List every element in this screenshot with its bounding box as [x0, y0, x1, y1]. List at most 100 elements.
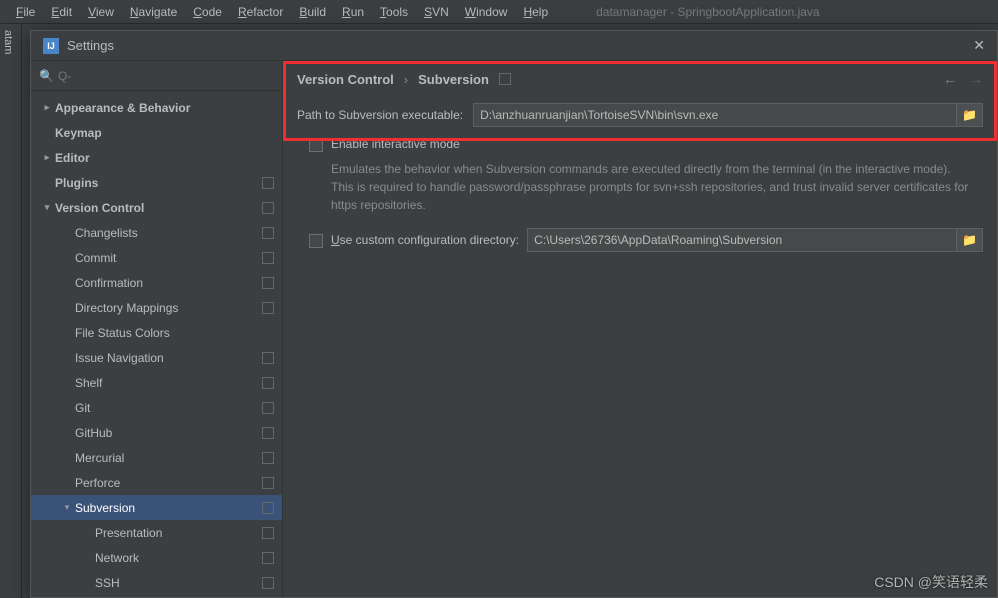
leftbar-tab[interactable]: atam [0, 24, 16, 60]
project-badge-icon [262, 277, 274, 289]
breadcrumb-part1[interactable]: Version Control [297, 72, 394, 87]
sidebar-item-network[interactable]: Network [31, 545, 282, 570]
sidebar-item-presentation[interactable]: Presentation [31, 520, 282, 545]
sidebar-item-label: File Status Colors [75, 326, 274, 340]
menu-file[interactable]: File [8, 3, 43, 21]
menu-help[interactable]: Help [515, 3, 556, 21]
settings-dialog: IJ Settings ✕ 🔍 ▸Appearance & BehaviorKe… [30, 30, 998, 598]
sidebar-item-label: Perforce [75, 476, 262, 490]
chevron-right-icon: › [404, 72, 408, 87]
browse-path-button[interactable]: 📁 [957, 103, 983, 127]
sidebar-item-label: GitHub [75, 426, 262, 440]
settings-content: Version Control › Subversion ← → Path to… [283, 61, 997, 597]
sidebar-item-issue-navigation[interactable]: Issue Navigation [31, 345, 282, 370]
project-badge-icon [262, 502, 274, 514]
search-icon: 🔍 [39, 69, 54, 83]
menu-navigate[interactable]: Navigate [122, 3, 185, 21]
sidebar-item-label: Commit [75, 251, 262, 265]
interactive-label[interactable]: Enable interactive mode [331, 137, 460, 151]
sidebar-item-label: Confirmation [75, 276, 262, 290]
menu-run[interactable]: Run [334, 3, 372, 21]
menu-tools[interactable]: Tools [372, 3, 416, 21]
sidebar-item-subversion[interactable]: ▾Subversion [31, 495, 282, 520]
sidebar-item-label: Git [75, 401, 262, 415]
sidebar-item-label: Appearance & Behavior [55, 101, 274, 115]
back-icon[interactable]: ← [943, 71, 957, 87]
watermark: CSDN @笑语轻柔 [874, 572, 988, 592]
chevron-down-icon: ▾ [59, 502, 75, 513]
sidebar-item-editor[interactable]: ▸Editor [31, 145, 282, 170]
sidebar-item-keymap[interactable]: Keymap [31, 120, 282, 145]
project-badge-icon [499, 73, 511, 85]
folder-icon: 📁 [962, 233, 977, 247]
sidebar-item-label: Subversion [75, 501, 262, 515]
intellij-icon: IJ [43, 38, 59, 54]
sidebar-item-file-status-colors[interactable]: File Status Colors [31, 320, 282, 345]
browse-config-button[interactable]: 📁 [957, 228, 983, 252]
sidebar-item-plugins[interactable]: Plugins [31, 170, 282, 195]
sidebar-item-label: Plugins [55, 176, 262, 190]
forward-icon[interactable]: → [969, 71, 983, 87]
project-badge-icon [262, 352, 274, 364]
sidebar-item-changelists[interactable]: Changelists [31, 220, 282, 245]
sidebar-item-ssh[interactable]: SSH [31, 570, 282, 595]
menu-code[interactable]: Code [185, 3, 230, 21]
project-badge-icon [262, 527, 274, 539]
sidebar-item-shelf[interactable]: Shelf [31, 370, 282, 395]
sidebar-item-label: Keymap [55, 126, 274, 140]
project-badge-icon [262, 202, 274, 214]
sidebar-item-directory-mappings[interactable]: Directory Mappings [31, 295, 282, 320]
chevron-right-icon: ▸ [39, 102, 55, 113]
dialog-header: IJ Settings ✕ [31, 31, 997, 61]
menu-refactor[interactable]: Refactor [230, 3, 291, 21]
sidebar-item-label: Shelf [75, 376, 262, 390]
sidebar-item-mercurial[interactable]: Mercurial [31, 445, 282, 470]
sidebar-item-label: Mercurial [75, 451, 262, 465]
dialog-body: 🔍 ▸Appearance & BehaviorKeymap▸EditorPlu… [31, 61, 997, 597]
sidebar-item-appearance-behavior[interactable]: ▸Appearance & Behavior [31, 95, 282, 120]
sidebar-item-label: Editor [55, 151, 274, 165]
menu-svn[interactable]: SVN [416, 3, 457, 21]
interactive-checkbox[interactable] [309, 138, 323, 152]
chevron-right-icon: ▸ [39, 152, 55, 163]
search-input[interactable] [58, 69, 274, 83]
path-input[interactable] [473, 103, 957, 127]
breadcrumb-row: Version Control › Subversion ← → [283, 61, 997, 97]
project-badge-icon [262, 552, 274, 564]
project-badge-icon [262, 227, 274, 239]
sidebar-item-github[interactable]: GitHub [31, 420, 282, 445]
project-badge-icon [262, 177, 274, 189]
menu-view[interactable]: View [80, 3, 122, 21]
sidebar-item-git[interactable]: Git [31, 395, 282, 420]
window-title: datamanager - SpringbootApplication.java [596, 5, 819, 19]
sidebar-item-version-control[interactable]: ▾Version Control [31, 195, 282, 220]
settings-sidebar: 🔍 ▸Appearance & BehaviorKeymap▸EditorPlu… [31, 61, 283, 597]
project-badge-icon [262, 377, 274, 389]
sidebar-item-confirmation[interactable]: Confirmation [31, 270, 282, 295]
menu-edit[interactable]: Edit [43, 3, 80, 21]
interactive-row: Enable interactive mode [297, 137, 983, 152]
left-toolbar: atam [0, 24, 22, 598]
breadcrumb: Version Control › Subversion [297, 72, 511, 87]
sidebar-item-label: Issue Navigation [75, 351, 262, 365]
project-badge-icon [262, 477, 274, 489]
dialog-title: Settings [67, 38, 973, 53]
search-row: 🔍 [31, 61, 282, 91]
close-icon[interactable]: ✕ [973, 37, 985, 54]
nav-arrows: ← → [943, 71, 983, 87]
breadcrumb-part2: Subversion [418, 72, 489, 87]
path-row: Path to Subversion executable: 📁 [297, 103, 983, 127]
config-input[interactable] [527, 228, 957, 252]
project-badge-icon [262, 402, 274, 414]
sidebar-item-perforce[interactable]: Perforce [31, 470, 282, 495]
sidebar-item-commit[interactable]: Commit [31, 245, 282, 270]
menu-build[interactable]: Build [291, 3, 334, 21]
menu-window[interactable]: Window [457, 3, 516, 21]
project-badge-icon [262, 427, 274, 439]
config-row: Use custom configuration directory: 📁 [297, 228, 983, 252]
folder-icon: 📁 [962, 108, 977, 122]
sidebar-item-label: Directory Mappings [75, 301, 262, 315]
config-checkbox[interactable] [309, 234, 323, 248]
sidebar-item-label: Presentation [95, 526, 262, 540]
config-label[interactable]: Use custom configuration directory: [331, 233, 519, 247]
